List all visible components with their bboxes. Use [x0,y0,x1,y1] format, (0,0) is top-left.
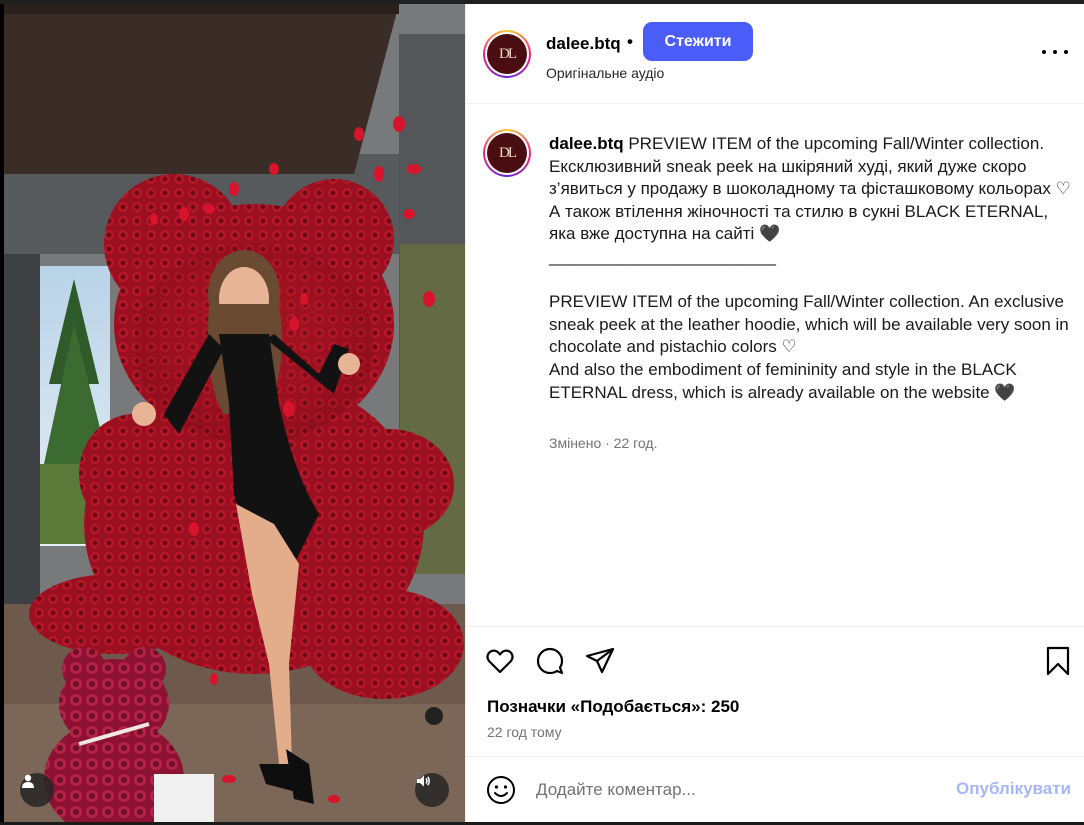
caption-body: PREVIEW ITEM of the upcoming Fall/Winter… [549,134,1071,402]
emoji-icon[interactable] [486,775,516,805]
caption-username[interactable]: dalee.btq [549,134,624,153]
avatar-ring: DL [485,131,529,175]
avatar[interactable]: DL [483,30,531,78]
comment-input[interactable] [536,776,936,804]
caption-text: dalee.btq PREVIEW ITEM of the upcoming F… [549,133,1071,404]
post-actions: Позначки «Подобається»: 250 22 год тому [466,626,1084,756]
post-modal: DL dalee.btq • Стежити Оригінальне аудіо… [0,0,1084,825]
bookmark-icon[interactable] [1042,645,1074,677]
speaker-icon [417,775,430,787]
header-username[interactable]: dalee.btq [546,34,621,54]
publish-button[interactable]: Опублікувати [956,779,1071,799]
more-options-button[interactable] [1042,42,1068,62]
post-media[interactable] [4,4,465,822]
user-tag-icon [22,774,34,788]
post-details-panel: DL dalee.btq • Стежити Оригінальне аудіо… [465,4,1084,822]
avatar-monogram: DL [487,34,527,74]
caption-section: DL dalee.btq PREVIEW ITEM of the upcomin… [466,104,1084,626]
heart-icon[interactable] [484,645,516,677]
follow-button[interactable]: Стежити [643,22,753,61]
audio-label[interactable]: Оригінальне аудіо [546,65,664,81]
sound-toggle-button[interactable] [415,773,449,807]
send-icon[interactable] [584,645,616,677]
separator-dot: • [627,32,633,51]
likes-count[interactable]: Позначки «Подобається»: 250 [487,697,739,717]
post-time[interactable]: 22 год тому [487,724,562,740]
more-horizontal-icon [1053,50,1057,54]
edited-timestamp: Змінено · 22 год. [549,435,658,451]
tagged-users-button[interactable] [20,773,54,807]
more-horizontal-icon [1042,50,1046,54]
caption-avatar[interactable]: DL [483,129,531,177]
avatar-ring: DL [485,32,529,76]
comment-icon[interactable] [534,645,566,677]
comment-bar: Опублікувати [466,756,1084,822]
media-illustration [4,4,465,822]
post-header: DL dalee.btq • Стежити Оригінальне аудіо [466,4,1084,104]
more-horizontal-icon [1064,50,1068,54]
avatar-monogram: DL [487,133,527,173]
